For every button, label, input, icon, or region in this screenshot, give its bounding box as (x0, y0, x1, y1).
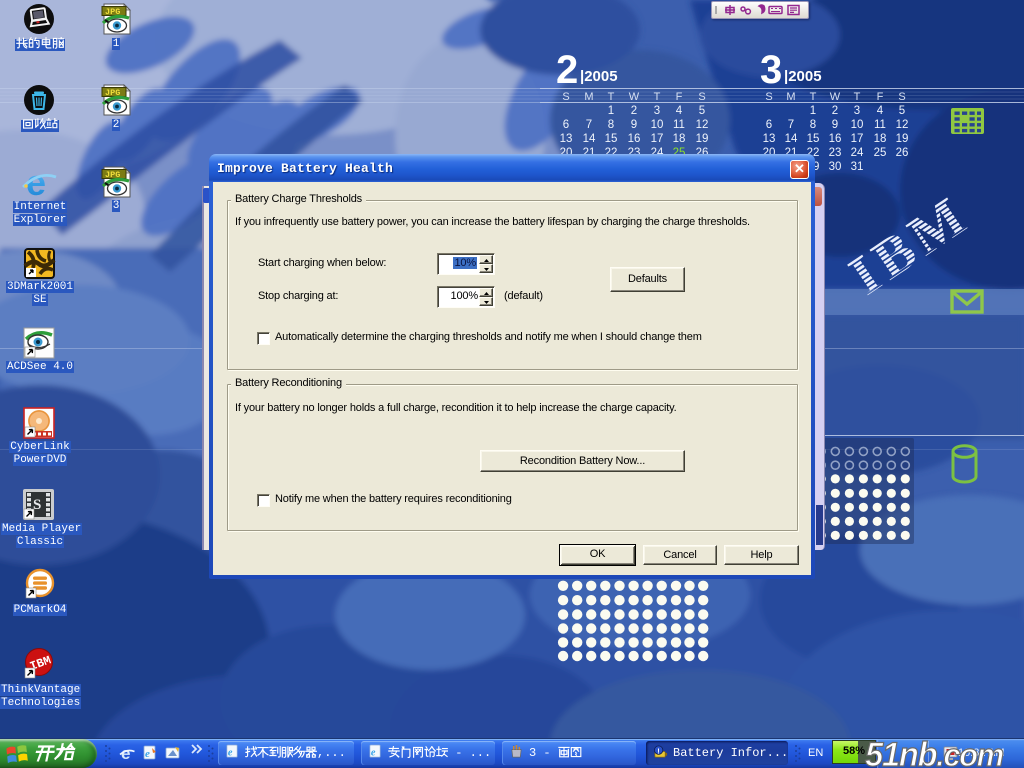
svg-text:15: 15 (605, 133, 618, 145)
svg-text:13: 13 (763, 133, 776, 145)
svg-text:12: 12 (896, 119, 909, 131)
svg-text:7: 7 (788, 119, 794, 131)
svg-text:8: 8 (608, 119, 614, 131)
svg-text:30: 30 (829, 161, 842, 173)
svg-text:5: 5 (699, 105, 705, 117)
svg-text:14: 14 (785, 133, 798, 145)
svg-text:S: S (698, 91, 705, 103)
svg-text:10: 10 (851, 119, 864, 131)
svg-text:2: 2 (832, 105, 838, 117)
svg-text:18: 18 (874, 133, 887, 145)
svg-text:25: 25 (874, 147, 887, 159)
svg-text:5: 5 (899, 105, 905, 117)
svg-text:13: 13 (560, 133, 573, 145)
svg-text:W: W (629, 91, 640, 103)
svg-text:F: F (676, 91, 683, 103)
svg-text:26: 26 (896, 147, 909, 159)
svg-text:e: e (228, 747, 233, 758)
svg-text:M: M (786, 91, 795, 103)
svg-text:S: S (765, 91, 772, 103)
svg-text:16: 16 (628, 133, 641, 145)
svg-text:11: 11 (673, 119, 685, 131)
svg-text:12: 12 (696, 119, 709, 131)
svg-text:M: M (584, 91, 593, 103)
svg-text:T: T (854, 91, 861, 103)
svg-text:10: 10 (651, 119, 664, 131)
svg-text:|2005: |2005 (580, 68, 618, 85)
svg-text:16: 16 (829, 133, 842, 145)
svg-text:19: 19 (696, 133, 709, 145)
svg-text:14: 14 (583, 133, 596, 145)
svg-text:3: 3 (654, 105, 660, 117)
svg-text:T: T (654, 91, 661, 103)
svg-text:e: e (145, 748, 150, 760)
svg-text:8: 8 (810, 119, 816, 131)
svg-text:18: 18 (673, 133, 686, 145)
svg-text:17: 17 (651, 133, 664, 145)
svg-text:1: 1 (608, 105, 614, 117)
svg-text:3: 3 (760, 48, 782, 92)
svg-text:9: 9 (832, 119, 838, 131)
svg-text:6: 6 (766, 119, 772, 131)
svg-text:24: 24 (851, 147, 864, 159)
svg-text:11: 11 (874, 119, 886, 131)
svg-text:T: T (810, 91, 817, 103)
svg-text:23: 23 (829, 147, 842, 159)
svg-text:F: F (877, 91, 884, 103)
svg-text:2: 2 (631, 105, 637, 117)
svg-text:S: S (898, 91, 905, 103)
svg-text:7: 7 (586, 119, 592, 131)
svg-text:31: 31 (851, 161, 864, 173)
svg-text:4: 4 (877, 105, 884, 117)
svg-text:6: 6 (563, 119, 569, 131)
svg-text:9: 9 (631, 119, 637, 131)
svg-text:17: 17 (851, 133, 864, 145)
svg-text:S: S (562, 91, 569, 103)
svg-text:W: W (830, 91, 841, 103)
svg-text:19: 19 (896, 133, 909, 145)
svg-text:3: 3 (854, 105, 860, 117)
svg-text:T: T (608, 91, 615, 103)
svg-text:1: 1 (810, 105, 816, 117)
svg-text:|2005: |2005 (784, 68, 822, 85)
svg-text:4: 4 (676, 105, 683, 117)
svg-text:!: ! (657, 746, 660, 755)
svg-text:15: 15 (807, 133, 820, 145)
svg-text:2: 2 (556, 48, 578, 92)
svg-text:e: e (371, 747, 376, 758)
